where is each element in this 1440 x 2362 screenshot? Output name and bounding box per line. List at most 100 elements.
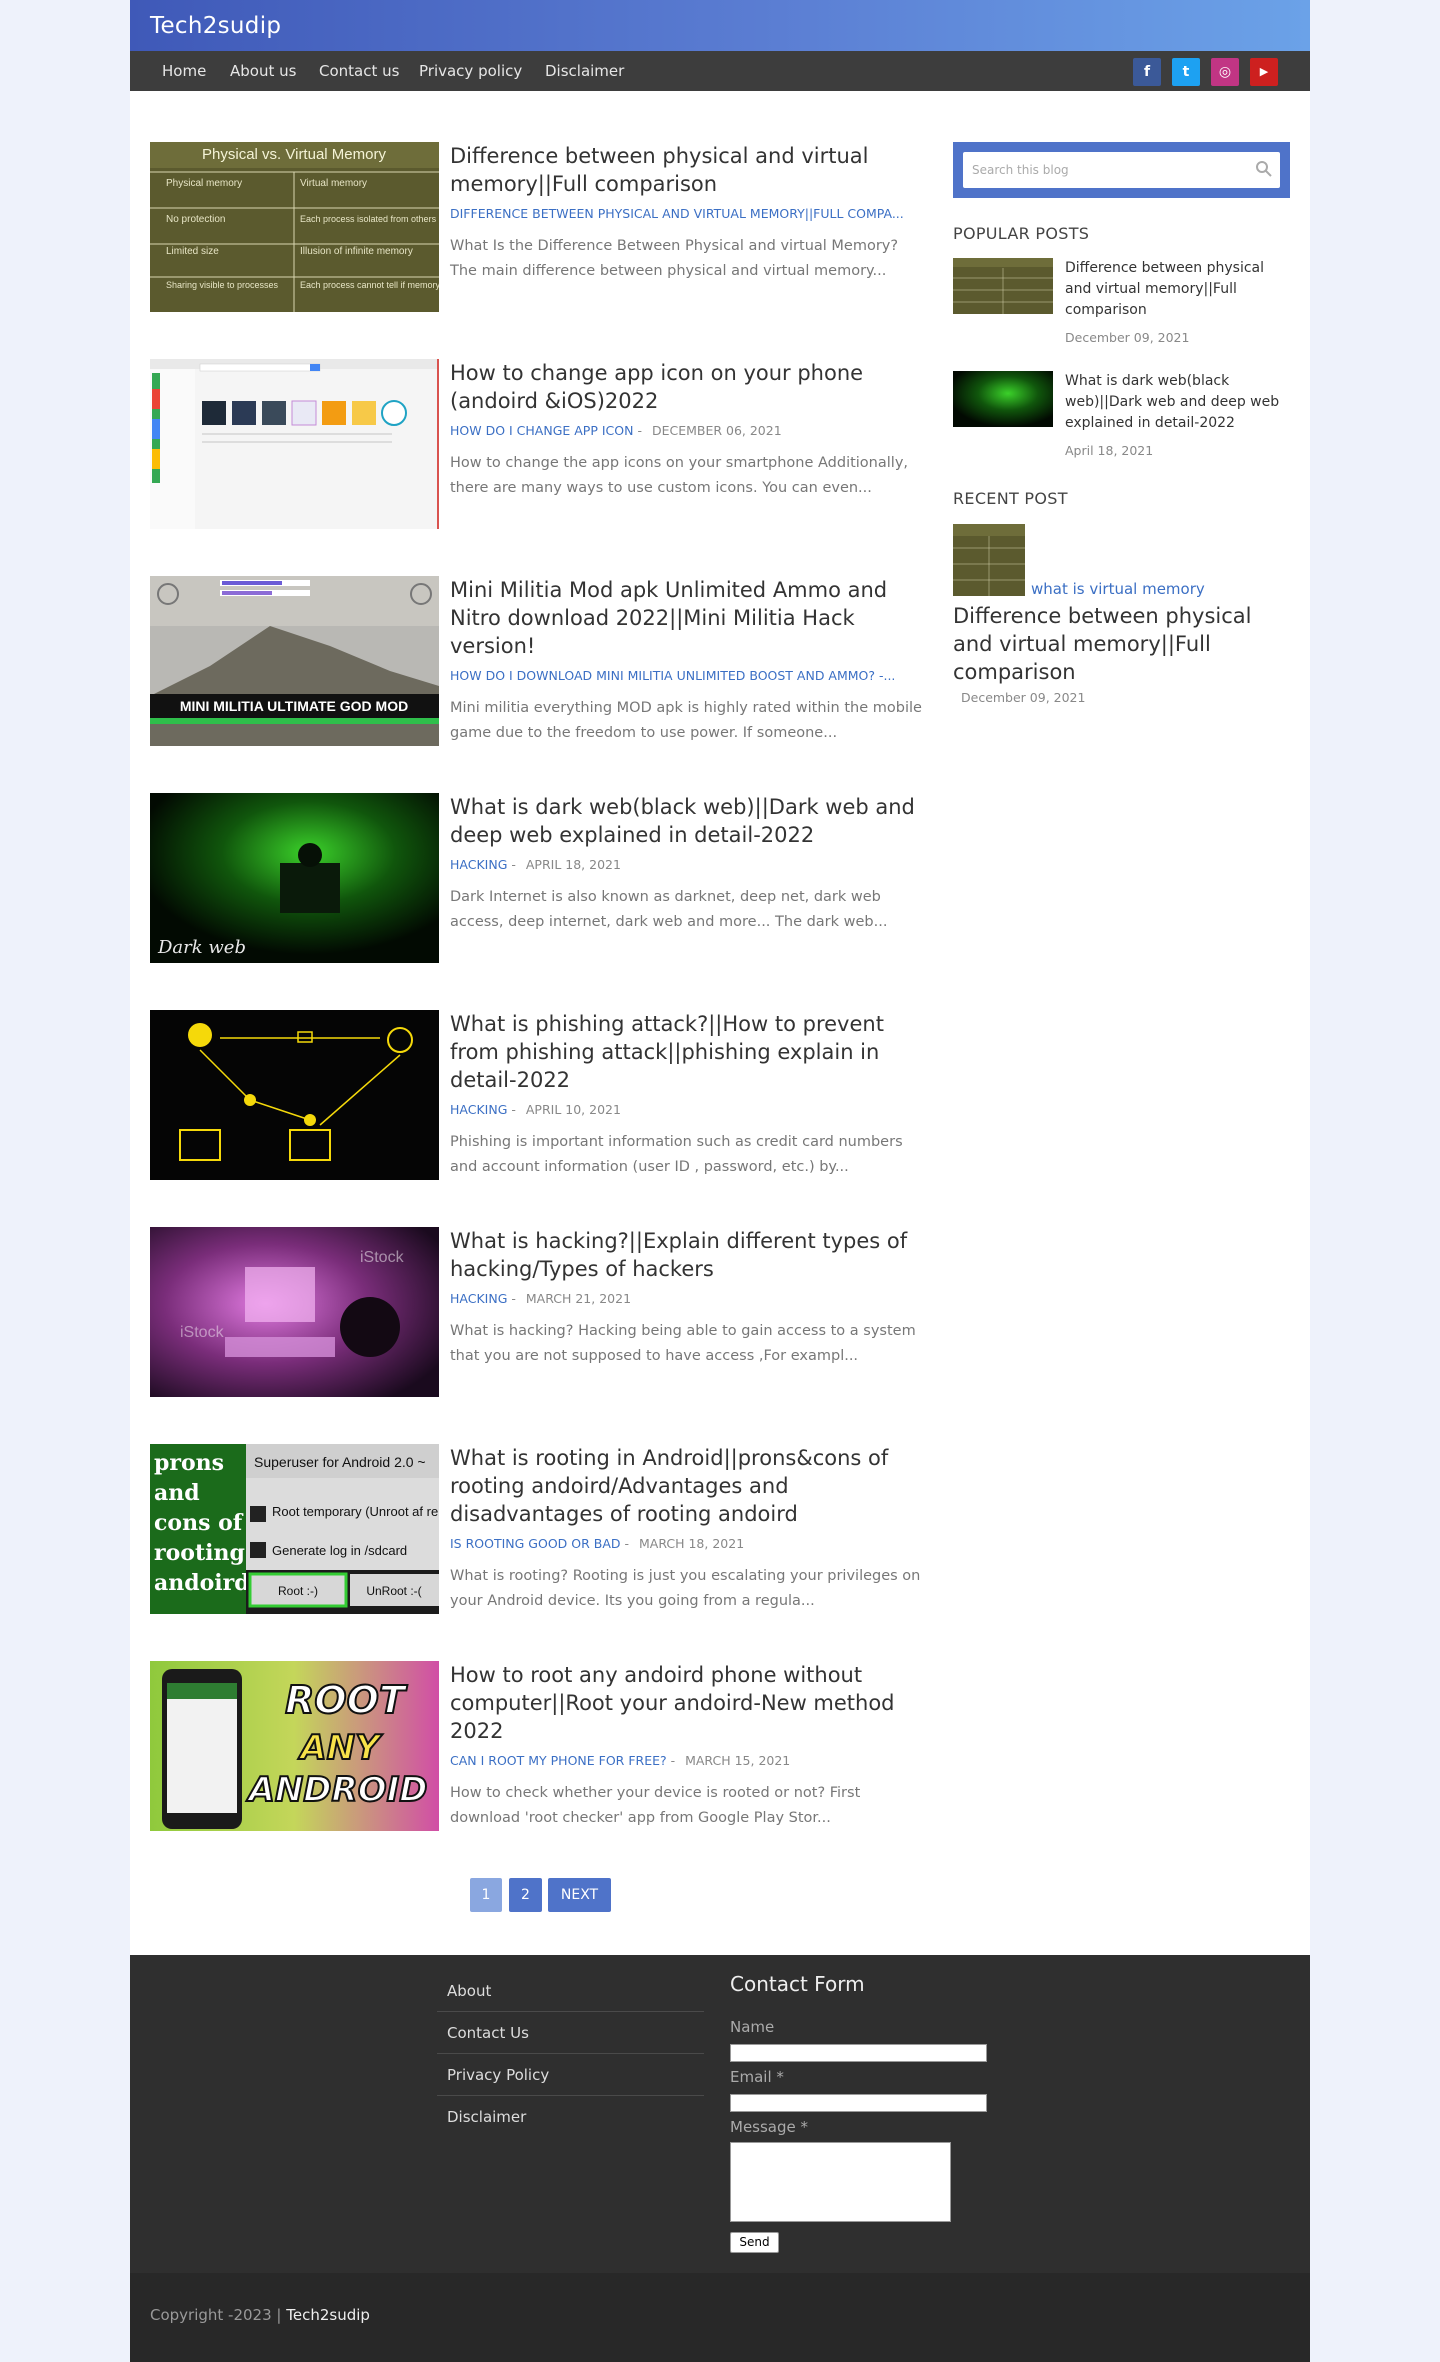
post-thumbnail[interactable]: Physical vs. Virtual Memory Physical mem… — [150, 142, 439, 312]
root-option-1: Root temporary (Unroot af reboot) — [272, 1504, 439, 1519]
post-thumbnail[interactable] — [150, 359, 439, 529]
nav-home[interactable]: Home — [162, 51, 206, 91]
message-label: Message * — [730, 2118, 809, 2136]
svg-text:andoird: andoird — [154, 1570, 250, 1596]
recent-post-title[interactable]: Difference between physical and virtual … — [953, 602, 1290, 686]
twitter-icon[interactable]: t — [1172, 58, 1200, 86]
post-thumbnail[interactable]: ROOT ANY ANDROID — [150, 1661, 439, 1831]
popular-post-thumbnail[interactable] — [953, 371, 1053, 427]
post-meta: HOW DO I DOWNLOAD MINI MILITIA UNLIMITED… — [450, 668, 925, 683]
footer-link-about[interactable]: About — [437, 1970, 704, 2012]
post-title[interactable]: How to change app icon on your phone (an… — [450, 359, 930, 415]
post-label[interactable]: HOW DO I DOWNLOAD MINI MILITIA UNLIMITED… — [450, 668, 895, 683]
svg-text:Virtual memory: Virtual memory — [300, 178, 367, 189]
post-date: APRIL 10, 2021 — [525, 1102, 621, 1117]
nav-about-us[interactable]: About us — [230, 51, 296, 91]
page-container: Tech2sudip Home About us Contact us Priv… — [130, 0, 1310, 2362]
post-title[interactable]: What is phishing attack?||How to prevent… — [450, 1010, 930, 1094]
rooting-image: prons and cons of rooting andoird Superu… — [150, 1444, 439, 1614]
mini-militia-image: MINI MILITIA ULTIMATE GOD MOD — [150, 576, 439, 746]
dark-web-image: Dark web — [150, 793, 439, 963]
recent-post-thumbnail[interactable] — [953, 524, 1025, 596]
nav-privacy-policy[interactable]: Privacy policy — [419, 51, 522, 91]
post-label[interactable]: HACKING — [450, 1102, 507, 1117]
post-thumbnail[interactable]: Dark web — [150, 793, 439, 963]
post-item: MINI MILITIA ULTIMATE GOD MOD Mini Milit… — [150, 576, 930, 746]
post-thumbnail[interactable]: iStock iStock — [150, 1227, 439, 1397]
post-snippet: What is rooting? Rooting is just you esc… — [450, 1568, 921, 1609]
istock-watermark: iStock — [180, 1324, 225, 1341]
footer-link-contact-us[interactable]: Contact Us — [437, 2012, 704, 2054]
svg-text:ANDROID: ANDROID — [246, 1770, 428, 1810]
footer-link-disclaimer[interactable]: Disclaimer — [437, 2096, 704, 2138]
post-date: MARCH 21, 2021 — [525, 1291, 632, 1306]
post-title[interactable]: Difference between physical and virtual … — [450, 142, 930, 198]
hacking-image: iStock iStock — [150, 1227, 439, 1397]
youtube-icon[interactable]: ▶ — [1250, 58, 1278, 86]
post-date: MARCH 18, 2021 — [638, 1536, 745, 1551]
copyright-label: Copyright -2023 | — [150, 2306, 282, 2324]
post-label[interactable]: HACKING — [450, 857, 507, 872]
post-thumbnail[interactable] — [150, 1010, 439, 1180]
svg-text:Limited size: Limited size — [166, 246, 219, 257]
post-meta: HACKING - MARCH 21, 2021 — [450, 1291, 632, 1306]
search-icon[interactable] — [1255, 160, 1273, 178]
instagram-icon[interactable]: ◎ — [1211, 58, 1239, 86]
svg-text:ROOT: ROOT — [285, 1678, 408, 1722]
root-button: Root :-) — [278, 1584, 318, 1598]
site-title[interactable]: Tech2sudip — [150, 13, 281, 39]
page-1-button[interactable]: 1 — [470, 1878, 502, 1912]
post-thumbnail[interactable]: prons and cons of rooting andoird Superu… — [150, 1444, 439, 1614]
post-title[interactable]: What is hacking?||Explain different type… — [450, 1227, 930, 1283]
post-label[interactable]: HOW DO I CHANGE APP ICON — [450, 423, 633, 438]
post-item: What is phishing attack?||How to prevent… — [150, 1010, 930, 1180]
root-android-image: ROOT ANY ANDROID — [150, 1661, 439, 1831]
nav-contact-us[interactable]: Contact us — [319, 51, 399, 91]
svg-text:Physical memory: Physical memory — [166, 178, 242, 189]
copyright-site-link[interactable]: Tech2sudip — [286, 2306, 370, 2324]
svg-text:prons: prons — [154, 1450, 224, 1476]
svg-text:rooting: rooting — [154, 1540, 245, 1566]
post-meta: IS ROOTING GOOD OR BAD - MARCH 18, 2021 — [450, 1536, 745, 1551]
unroot-button: UnRoot :-( — [366, 1584, 421, 1598]
dark-web-caption: Dark web — [157, 937, 246, 958]
popular-post-thumbnail[interactable] — [953, 258, 1053, 314]
popular-post-date: April 18, 2021 — [1065, 443, 1154, 458]
post-snippet: Mini militia everything MOD apk is highl… — [450, 700, 922, 741]
post-title[interactable]: What is dark web(black web)||Dark web an… — [450, 793, 930, 849]
post-item: iStock iStock What is hacking?||Explain … — [150, 1227, 930, 1397]
svg-text:and: and — [154, 1480, 200, 1506]
post-snippet: How to change the app icons on your smar… — [450, 455, 909, 496]
page-2-button[interactable]: 2 — [509, 1878, 542, 1912]
recent-post-link[interactable]: what is virtual memory — [1031, 580, 1205, 598]
popular-post-date: December 09, 2021 — [1065, 330, 1190, 345]
post-title[interactable]: Mini Militia Mod apk Unlimited Ammo and … — [450, 576, 930, 660]
search-input[interactable]: Search this blog — [963, 152, 1280, 188]
post-label[interactable]: DIFFERENCE BETWEEN PHYSICAL AND VIRTUAL … — [450, 206, 904, 221]
facebook-icon[interactable]: f — [1133, 58, 1161, 86]
play-store-image — [150, 359, 437, 529]
memory-title: Physical vs. Virtual Memory — [202, 146, 386, 163]
footer-link-privacy-policy[interactable]: Privacy Policy — [437, 2054, 704, 2096]
post-label[interactable]: CAN I ROOT MY PHONE FOR FREE? — [450, 1753, 667, 1768]
post-label[interactable]: HACKING — [450, 1291, 507, 1306]
popular-post-title[interactable]: What is dark web(black web)||Dark web an… — [1065, 371, 1290, 434]
post-meta: HOW DO I CHANGE APP ICON - DECEMBER 06, … — [450, 423, 782, 438]
popular-post-title[interactable]: Difference between physical and virtual … — [1065, 258, 1290, 321]
main-content: Physical vs. Virtual Memory Physical mem… — [130, 91, 1310, 1955]
post-label[interactable]: IS ROOTING GOOD OR BAD — [450, 1536, 621, 1551]
send-button[interactable]: Send — [730, 2232, 779, 2253]
name-field[interactable] — [730, 2044, 987, 2062]
next-page-button[interactable]: NEXT — [548, 1878, 611, 1912]
post-thumbnail[interactable]: MINI MILITIA ULTIMATE GOD MOD — [150, 576, 439, 746]
post-snippet: What is hacking? Hacking being able to g… — [450, 1323, 916, 1364]
nav-disclaimer[interactable]: Disclaimer — [545, 51, 624, 91]
email-field[interactable] — [730, 2094, 987, 2112]
post-title[interactable]: How to root any andoird phone without co… — [450, 1661, 930, 1745]
svg-text:Illusion of infinite memory: Illusion of infinite memory — [300, 246, 413, 257]
post-title[interactable]: What is rooting in Android||prons&cons o… — [450, 1444, 930, 1528]
popular-posts-heading: POPULAR POSTS — [953, 224, 1090, 243]
svg-text:No protection: No protection — [166, 214, 225, 225]
copyright-bar: Copyright -2023 | Tech2sudip — [130, 2273, 1310, 2362]
message-field[interactable] — [730, 2142, 951, 2222]
